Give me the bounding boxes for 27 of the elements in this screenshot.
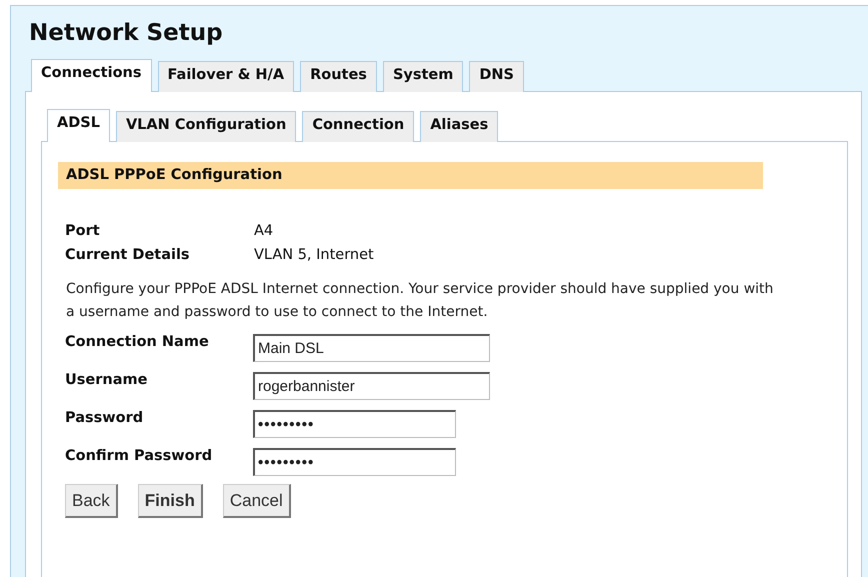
- detail-value: A4: [254, 223, 274, 239]
- button[interactable]: Finish: [138, 484, 203, 518]
- tab[interactable]: ADSL: [47, 109, 110, 142]
- tab[interactable]: Aliases: [420, 111, 498, 142]
- field-label: Username: [65, 372, 148, 390]
- tab[interactable]: VLAN Configuration: [116, 111, 296, 142]
- detail-label: Port: [65, 223, 101, 239]
- field-label: Connection Name: [65, 334, 210, 352]
- field-label: Password: [65, 410, 144, 428]
- description: Configure your PPPoE ADSL Internet connection. Your service provider should have supplied you with a username and password to use to connect to the Internet.: [66, 280, 774, 322]
- detail-value: VLAN 5, Internet: [254, 247, 375, 263]
- button[interactable]: Back: [65, 484, 118, 518]
- section-header: ADSL PPPoE Configuration: [58, 162, 763, 189]
- field-label: Confirm Password: [65, 448, 214, 466]
- input-field[interactable]: rogerbannister: [253, 372, 490, 400]
- tab[interactable]: System: [382, 61, 464, 92]
- detail-label: Current Details: [65, 247, 191, 263]
- tab[interactable]: Connection: [302, 111, 414, 142]
- tab[interactable]: Connections: [31, 59, 152, 92]
- password-field[interactable]: •••••••••: [253, 410, 456, 438]
- page-title: Network Setup: [29, 20, 224, 46]
- tab[interactable]: Failover & H/A: [158, 61, 294, 92]
- button[interactable]: Cancel: [222, 484, 291, 518]
- password-field[interactable]: •••••••••: [253, 448, 456, 476]
- input-field[interactable]: Main DSL: [253, 334, 490, 362]
- tab[interactable]: Routes: [300, 61, 377, 92]
- tab[interactable]: DNS: [469, 61, 524, 92]
